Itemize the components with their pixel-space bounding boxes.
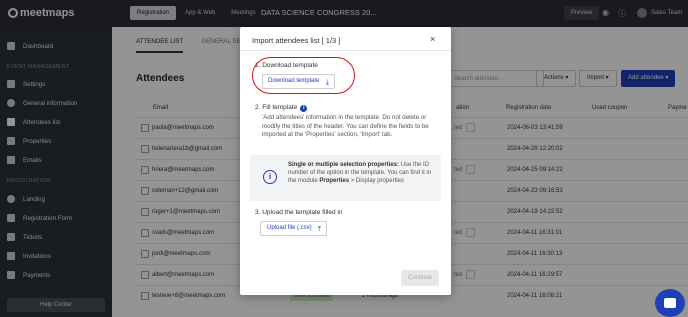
modal-title: Import attendees list [ 1/3 ] [252, 36, 341, 45]
divider [240, 50, 451, 51]
step-2-label: 2. Fill template i [255, 104, 308, 112]
import-modal: Import attendees list [ 1/3 ] × 1. Downl… [240, 27, 451, 295]
info-note: i Single or multiple selection propertie… [250, 155, 441, 201]
upload-file-button[interactable]: Upload file (.csv) ⤒ [260, 221, 327, 236]
upload-icon: ⤒ [317, 226, 321, 233]
chat-icon [664, 298, 676, 308]
highlight-ring [252, 57, 355, 94]
fill-description: 'Add attendees' information in the templ… [262, 114, 429, 139]
note-bold-1: Single or multiple selection properties: [288, 162, 400, 168]
step-3-label: 3. Upload the template filled in [255, 209, 343, 216]
step-2-text: 2. Fill template [255, 104, 298, 111]
continue-button[interactable]: Continue [401, 270, 439, 286]
info-circle-icon: i [263, 170, 277, 184]
chat-button[interactable] [655, 289, 685, 317]
close-icon[interactable]: × [430, 34, 435, 44]
note-bold-2: Properties [319, 178, 350, 185]
note-text-2: > Display properties [349, 178, 404, 185]
info-icon[interactable]: i [300, 105, 308, 112]
note-text: Single or multiple selection properties:… [288, 161, 433, 186]
upload-file-label: Upload file (.csv) [267, 225, 312, 231]
